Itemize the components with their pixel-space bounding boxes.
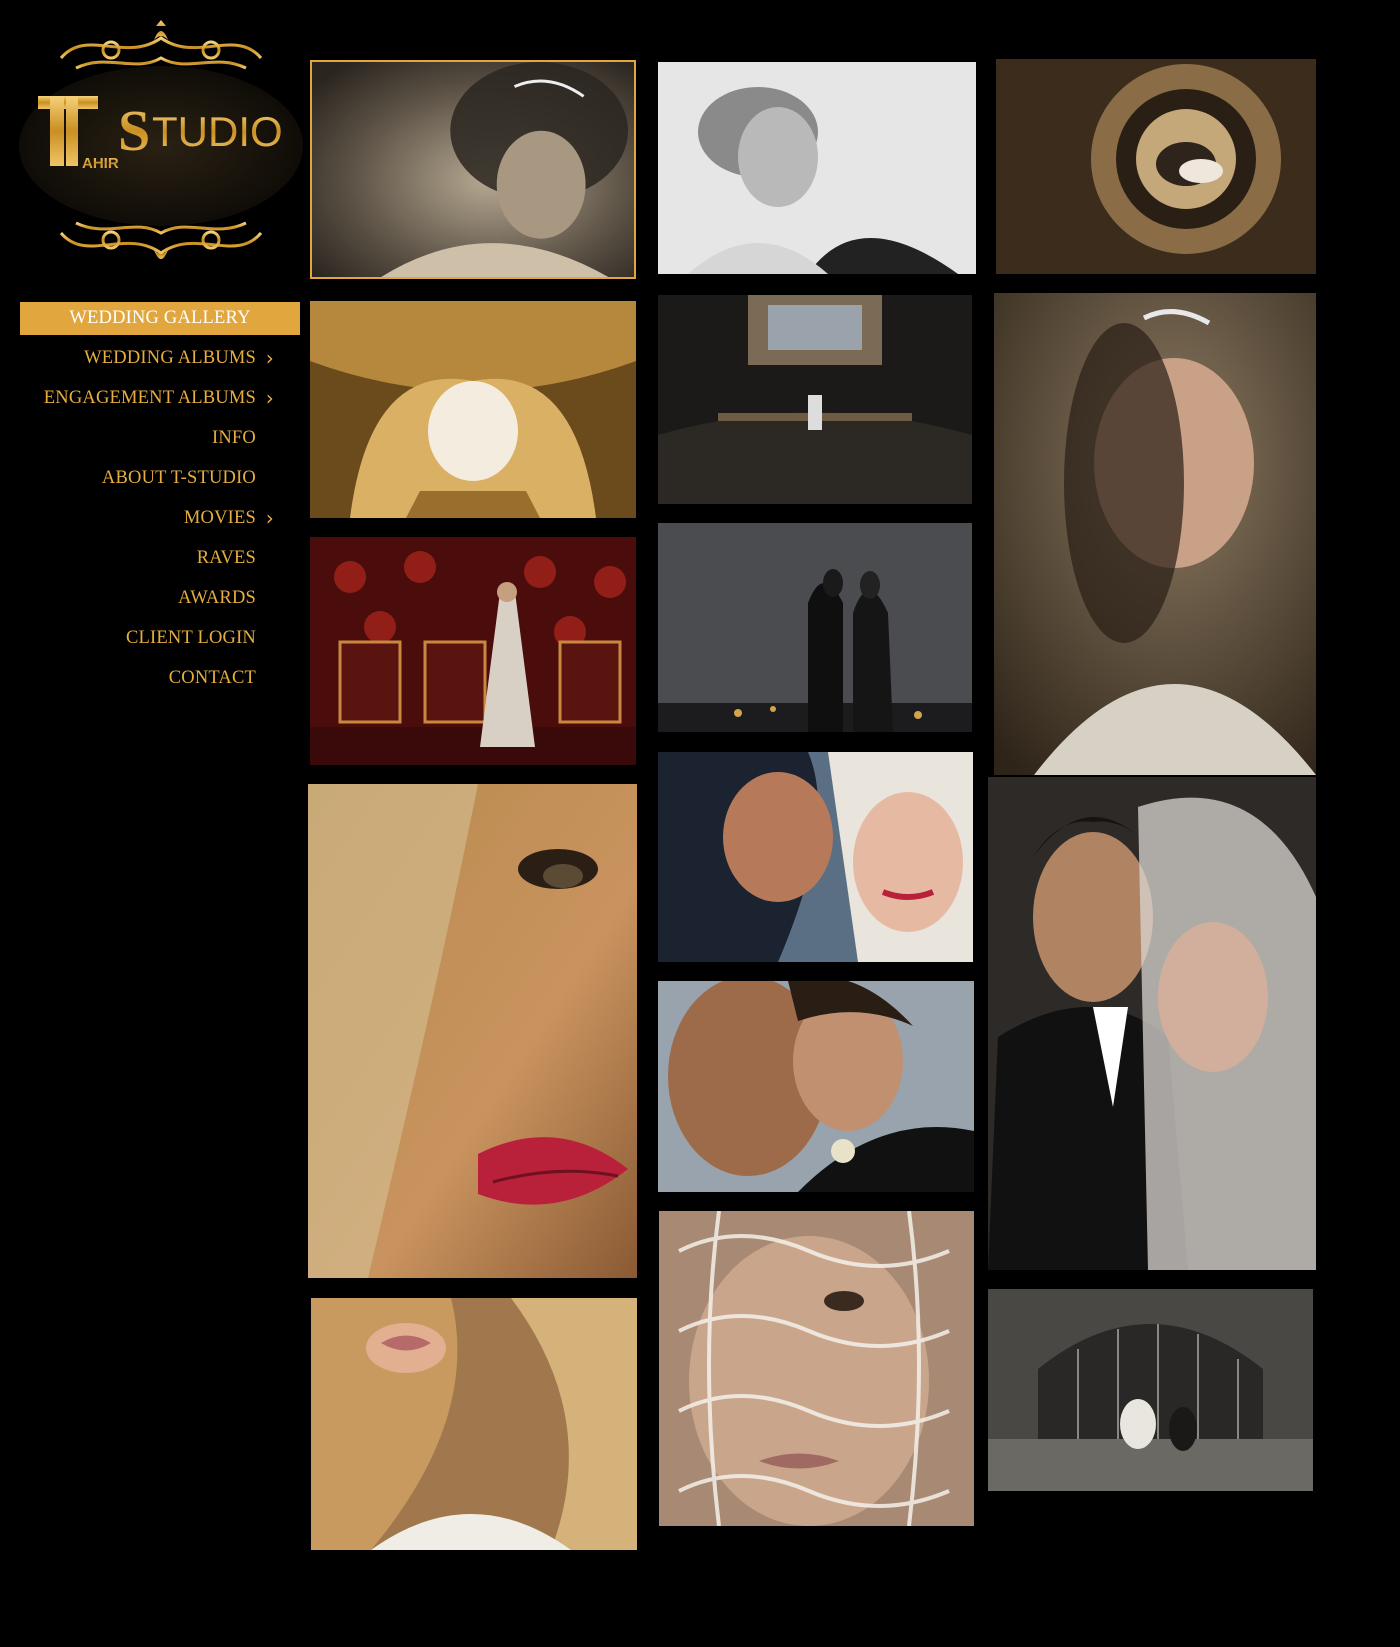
nav-item-about-t-studio[interactable]: ABOUT T-STUDIO	[20, 462, 300, 502]
svg-text:AHIR: AHIR	[82, 155, 119, 172]
gallery-photo-dark-ornate-hall[interactable]	[658, 295, 972, 504]
gallery-photo-couple-rain-night[interactable]	[658, 523, 972, 732]
nav-item-label: INFO	[212, 428, 256, 448]
svg-text:S: S	[118, 98, 150, 163]
nav-item-raves[interactable]: RAVES	[20, 542, 300, 582]
gallery-photo-lace-veil-face[interactable]	[659, 1211, 974, 1526]
nav-item-label: ABOUT T-STUDIO	[101, 468, 256, 488]
nav-item-label: WEDDING ALBUMS	[84, 348, 256, 368]
nav-item-label: AWARDS	[178, 588, 256, 608]
gallery-photo-groom-bride-veil[interactable]	[988, 777, 1316, 1270]
nav-item-wedding-albums[interactable]: WEDDING ALBUMS ›	[20, 342, 300, 382]
nav-item-label: CLIENT LOGIN	[126, 628, 256, 648]
nav-item-label: ENGAGEMENT ALBUMS	[43, 388, 256, 408]
main-nav: WEDDING GALLERY WEDDING ALBUMS › ENGAGEMENT…	[20, 302, 300, 702]
gallery-photo-spiral-staircase-couple[interactable]	[996, 59, 1316, 274]
gallery-photo-couple-smiling[interactable]	[658, 752, 973, 962]
svg-text:TUDIO: TUDIO	[152, 108, 283, 155]
gallery-photo-couple-cheek[interactable]	[658, 981, 974, 1192]
nav-item-awards[interactable]: AWARDS	[20, 582, 300, 622]
nav-item-label: WEDDING GALLERY	[69, 308, 251, 328]
gallery-photo-bride-lips-blonde[interactable]	[311, 1298, 637, 1550]
gallery-photo-woman-profile-bw[interactable]	[658, 62, 976, 274]
gallery-photo-bride-eye-closeup[interactable]	[308, 784, 637, 1278]
gallery-photo-gold-staircase-hall[interactable]	[310, 301, 636, 518]
nav-item-label: MOVIES	[183, 508, 256, 528]
nav-item-client-login[interactable]: CLIENT LOGIN	[20, 622, 300, 662]
nav-item-movies[interactable]: MOVIES ›	[20, 502, 300, 542]
gallery-photo-church-window-party[interactable]	[988, 1289, 1313, 1491]
nav-item-contact[interactable]: CONTACT	[20, 662, 300, 702]
nav-item-info[interactable]: INFO	[20, 422, 300, 462]
brand-logo[interactable]: S TUDIO AHIR	[16, 18, 306, 273]
chevron-right-icon[interactable]: ›	[266, 342, 274, 374]
nav-item-wedding-gallery[interactable]: WEDDING GALLERY	[20, 302, 300, 335]
chevron-right-icon[interactable]: ›	[266, 382, 274, 414]
gallery-photo-bride-headpiece-sepia[interactable]	[310, 60, 636, 279]
gallery-photo-bride-red-chairs[interactable]	[310, 537, 636, 765]
nav-item-engagement-albums[interactable]: ENGAGEMENT ALBUMS ›	[20, 382, 300, 422]
nav-item-label: RAVES	[196, 548, 256, 568]
gallery-photo-bride-portrait-color[interactable]	[994, 293, 1316, 775]
nav-item-label: CONTACT	[168, 668, 256, 688]
chevron-right-icon[interactable]: ›	[266, 502, 274, 534]
